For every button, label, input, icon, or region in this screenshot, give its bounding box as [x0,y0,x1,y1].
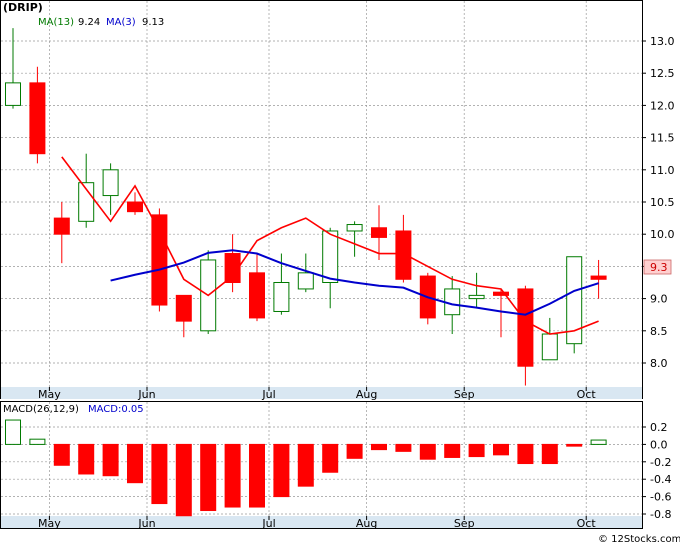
stock-chart: MayJunJulAugSepOct 8.08.59.09.510.010.51… [0,0,680,545]
price-y-tick-label: 11.5 [650,132,675,145]
macd-bar [468,443,485,458]
macd-y-tick-label: 0.0 [650,438,668,451]
macd-bar [371,443,387,451]
price-y-tick-label: 10.0 [650,228,675,241]
macd-y-tick-label: -0.8 [650,508,671,521]
price-x-tick-label: Sep [454,388,475,401]
candle-body [297,272,314,290]
ma13-legend-value: 9.24 [78,17,100,28]
candle-body [53,217,70,235]
ma13-legend-label: MA(13) [38,17,74,28]
candle-body [346,224,363,232]
macd-bar [346,443,363,459]
macd-x-tick-label: May [38,517,61,530]
candle-body [371,227,387,238]
price-y-tick-label: 13.0 [650,35,675,48]
last-price-value: 9.3 [650,261,668,274]
macd-bar [517,443,534,465]
macd-y-tick-label: 0.2 [650,421,668,434]
candle-body [102,169,119,197]
macd-bar [395,443,412,452]
candle-body [322,230,339,283]
macd-x-tick-label: Oct [577,517,597,530]
candle-body [395,230,412,280]
macd-x-tick-label: Aug [356,517,377,530]
price-y-tick-label: 9.0 [650,293,668,306]
macd-x-tick-label: Jun [137,517,155,530]
price-y-tick-label: 8.5 [650,325,668,338]
price-y-tick-label: 11.0 [650,164,675,177]
candle-body [175,294,192,322]
macd-bar [127,443,143,484]
price-y-axis: 8.08.59.09.510.010.511.011.512.012.513.0 [642,35,675,370]
candle-body [444,288,461,316]
macd-bar [419,443,436,460]
macd-bar [444,443,461,458]
macd-bar [590,439,607,445]
macd-panel [0,401,643,529]
macd-bar [273,443,290,498]
price-x-tick-label: Jul [261,388,275,401]
macd-legend-value: MACD:0.05 [88,404,144,415]
price-y-tick-label: 10.5 [650,196,675,209]
macd-bar [200,443,217,512]
macd-bar [175,443,192,517]
macd-y-tick-label: -0.6 [650,491,671,504]
macd-x-axis-band [1,516,642,528]
candle-body [249,272,265,319]
price-x-tick-label: May [38,388,61,401]
macd-y-tick-label: -0.4 [650,473,671,486]
macd-bar [322,443,339,473]
macd-x-tick-label: Sep [454,517,475,530]
candle-body [29,82,46,155]
macd-bar [78,443,95,475]
candle-body [517,288,534,367]
macd-y-tick-label: -0.2 [650,456,671,469]
macd-bar [5,419,21,445]
ma3-legend-label: MA(3) [106,17,136,28]
watermark: © 12Stocks.com [598,534,680,545]
macd-bar [53,443,70,466]
macd-y-axis: 0.2 0.0 -0.2 -0.4 -0.6 -0.8 [642,421,671,521]
candle-body [151,214,168,306]
price-x-tick-label: Aug [356,388,377,401]
price-x-tick-label: Oct [577,388,597,401]
candle-body [541,333,558,361]
ma3-legend-value: 9.13 [142,17,164,28]
chart-title: (DRIP) [3,1,43,14]
price-y-tick-label: 12.5 [650,67,675,80]
price-y-tick-label: 8.0 [650,357,668,370]
candle-body [5,82,21,106]
macd-bar [493,443,509,456]
candle-body [127,201,143,213]
candle-body [590,275,607,280]
macd-bar [566,443,583,447]
macd-bar [249,443,265,508]
macd-bar [224,443,241,508]
candle-body [273,282,290,312]
price-y-tick-label: 12.0 [650,99,675,112]
macd-x-tick-label: Jul [261,517,275,530]
price-x-tick-label: Jun [137,388,155,401]
macd-bar [151,443,168,505]
macd-bar [541,443,558,465]
macd-bar [102,443,119,477]
macd-legend-label: MACD(26,12,9) [3,404,79,415]
macd-bar [29,438,46,445]
macd-bar [297,443,314,487]
candle-body [468,294,485,300]
price-x-axis-band [1,387,642,399]
